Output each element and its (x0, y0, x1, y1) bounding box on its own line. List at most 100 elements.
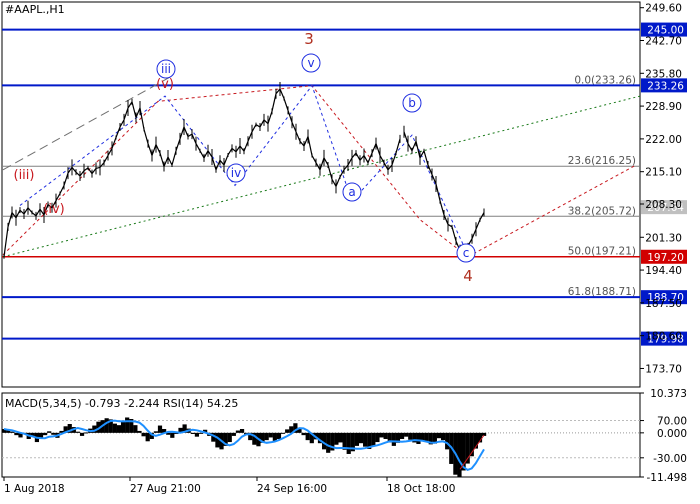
macd-histogram-bar (235, 430, 241, 433)
price-tag-label: 233.26 (647, 80, 684, 92)
y-tick-label: 194.40 (645, 265, 682, 277)
y-tick-label: 201.30 (645, 232, 682, 244)
macd-histogram-bar (137, 430, 142, 433)
macd-histogram-bar (264, 432, 269, 441)
macd-histogram-bar (198, 432, 204, 434)
wave-label: c (463, 246, 470, 260)
macd-histogram-bar (194, 432, 200, 437)
macd-histogram-bar (354, 432, 360, 446)
symbol-label: #AAPL.,H1 (5, 3, 65, 16)
x-tick-label: 27 Aug 21:00 (130, 483, 201, 495)
macd-y-tick-label: -11.498 (646, 472, 687, 484)
macd-histogram-bar (125, 417, 130, 433)
wave-label: b (408, 96, 416, 110)
macd-histogram-bar (371, 432, 376, 446)
y-tick-label: 215.10 (645, 167, 682, 179)
macd-histogram-bar (424, 432, 429, 441)
macd-histogram-bar (272, 432, 277, 441)
macd-histogram-bar (276, 432, 282, 439)
macd-histogram-bar (416, 432, 421, 444)
macd-histogram-bar (404, 432, 409, 437)
macd-histogram-bar (399, 432, 405, 439)
wave-label: (v) (156, 77, 174, 92)
y-tick-label: 180.60 (645, 331, 682, 343)
macd-histogram-bar (116, 425, 122, 433)
macd-histogram-bar (379, 432, 384, 438)
macd-y-tick-label: 0.000 (657, 428, 687, 440)
macd-histogram-bar (391, 432, 396, 446)
macd-histogram-bar (133, 425, 138, 433)
wave-label: v (307, 56, 314, 70)
macd-histogram-bar (75, 431, 81, 433)
macd-histogram-bar (170, 432, 175, 438)
fib-level-label: 38.2(205.72) (568, 205, 636, 217)
macd-histogram-bar (84, 432, 89, 434)
macd-histogram-bar (190, 432, 195, 434)
fib-level-label: 23.6(216.25) (568, 155, 636, 167)
wave-label: iii (161, 62, 171, 76)
macd-histogram-bar (280, 432, 286, 434)
macd-histogram-bar (227, 432, 232, 443)
chart-root: 0.0(233.26) 23.6(216.25) 38.2(205.72) 50.0(… (0, 0, 700, 500)
wave-label: a (348, 185, 355, 199)
main-panel-frame (1, 1, 641, 388)
macd-histogram-bar (383, 432, 388, 439)
macd-histogram-bar (14, 432, 19, 436)
wave-label: 4 (463, 267, 473, 285)
macd-histogram-bar (301, 432, 306, 436)
macd-signal-line (3, 419, 485, 472)
x-tick-label: 18 Oct 18:00 (387, 483, 455, 495)
macd-histogram-bar (79, 432, 85, 436)
macd-histogram-bar (436, 432, 442, 439)
macd-histogram-bar (104, 418, 109, 433)
macd-histogram-bar (157, 425, 163, 433)
macd-histogram-bar (231, 432, 236, 436)
y-tick-label: 187.50 (645, 298, 682, 310)
price-chart-svg: 0.0(233.26)23.6(216.25)38.2(205.72)50.0(… (1, 1, 687, 495)
macd-histogram-bar (285, 429, 290, 433)
macd-histogram-bar (43, 432, 48, 436)
macd-histogram-bar (440, 432, 446, 441)
macd-histogram-bar (358, 432, 364, 444)
y-tick-label: 228.90 (645, 101, 682, 113)
macd-histogram-bar (334, 432, 339, 445)
macd-histogram-bar (305, 432, 310, 441)
green-trend-line (2, 95, 641, 258)
macd-histogram-bar (47, 431, 52, 433)
price-tag-label: 197.20 (647, 252, 684, 264)
macd-histogram-bar (445, 432, 450, 450)
y-tick-label: 235.80 (645, 68, 682, 80)
macd-histogram-bar (239, 428, 245, 433)
macd-histogram-bar (457, 432, 462, 478)
macd-histogram-bar (326, 432, 331, 453)
wave-label: iv (231, 166, 241, 180)
macd-y-tick-label: -30.00 (653, 453, 687, 465)
wave-label: 3 (304, 30, 314, 48)
y-tick-label: 208.30 (645, 199, 682, 211)
macd-histogram-bar (363, 432, 368, 447)
macd-histogram-bar (268, 432, 273, 438)
y-tick-label: 249.60 (645, 3, 682, 15)
macd-histogram-bar (112, 423, 117, 433)
macd-histogram-bar (338, 432, 343, 443)
macd-y-tick-label: 10.373 (650, 388, 687, 400)
indicator-label: MACD(5,34,5) -0.793 -2.244 RSI(14) 54.25 (5, 397, 238, 410)
x-tick-label: 1 Aug 2018 (4, 483, 65, 495)
macd-y-tick-label: 70.00 (657, 416, 687, 428)
y-tick-label: 222.00 (645, 134, 682, 146)
macd-histogram-bar (375, 432, 380, 443)
gray-channel-line (2, 76, 171, 171)
x-tick-label: 24 Sep 16:00 (257, 483, 327, 495)
macd-histogram-bar (145, 432, 150, 442)
macd-histogram-bar (215, 432, 220, 448)
y-tick-label: 242.70 (645, 36, 682, 48)
macd-histogram-bar (408, 432, 413, 440)
wave-label: (iii) (14, 168, 35, 183)
macd-histogram-bar (346, 432, 351, 454)
wave-label: (iv) (43, 202, 64, 217)
macd-histogram-bar (141, 432, 146, 437)
macd-histogram-bar (51, 432, 56, 435)
fib-level-label: 50.0(197.21) (568, 246, 636, 258)
macd-histogram-bar (153, 431, 158, 433)
y-tick-label: 173.70 (645, 363, 682, 375)
